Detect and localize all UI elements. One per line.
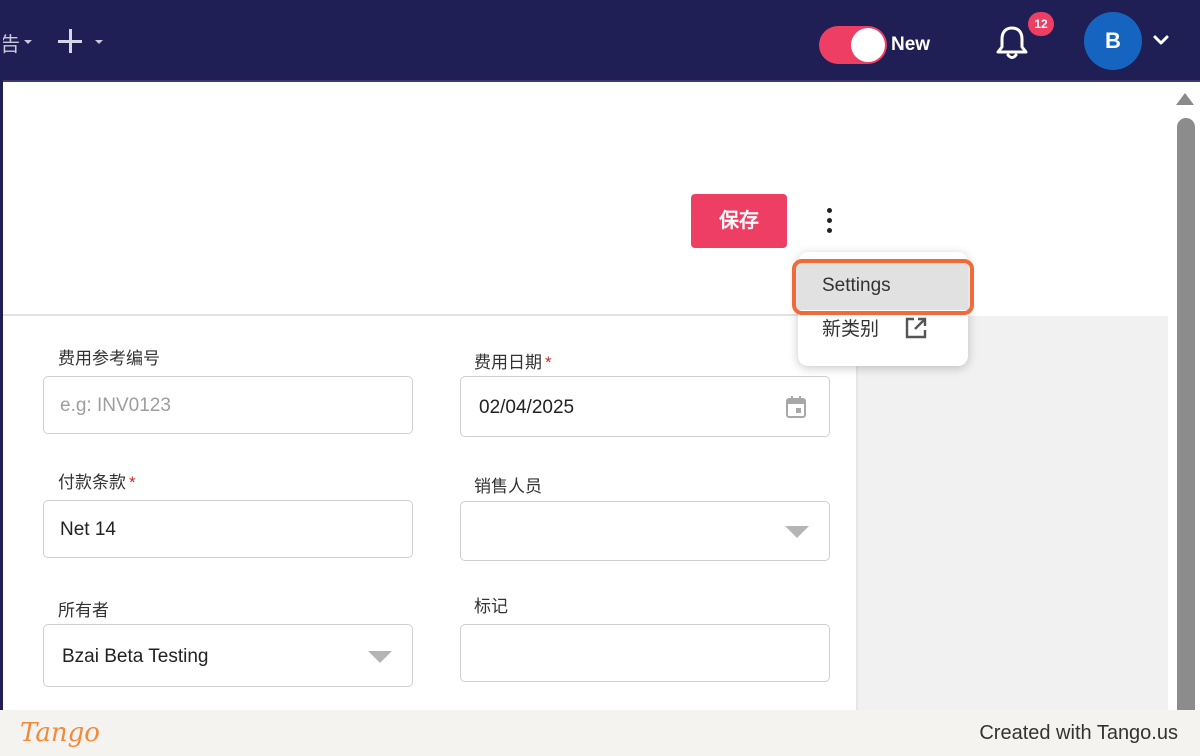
owner-label: 所有者 bbox=[58, 601, 109, 620]
scrollbar-thumb[interactable] bbox=[1177, 118, 1195, 718]
quick-add-caret-icon[interactable] bbox=[95, 40, 103, 44]
tango-footer: Tango Created with Tango.us bbox=[0, 710, 1200, 756]
payment-terms-label: 付款条款 * bbox=[58, 473, 136, 492]
quick-add-button[interactable] bbox=[56, 26, 86, 56]
more-options-button[interactable] bbox=[820, 206, 838, 236]
reference-number-label: 费用参考编号 bbox=[58, 349, 160, 368]
external-link-icon bbox=[905, 317, 927, 339]
new-ui-toggle-label: New bbox=[891, 34, 931, 55]
toggle-knob bbox=[851, 28, 885, 62]
right-background bbox=[858, 316, 1168, 710]
top-navigation-bar: 告 New 12 B bbox=[0, 0, 1200, 82]
menu-item-new-category[interactable]: 新类别 bbox=[798, 310, 968, 358]
tango-logo: Tango bbox=[20, 718, 100, 748]
page-header-area bbox=[3, 84, 1168, 316]
step-highlight-box bbox=[792, 259, 974, 315]
salesperson-label: 销售人员 bbox=[474, 477, 542, 496]
nav-item-fragment[interactable]: 告 bbox=[0, 28, 20, 57]
chevron-down-icon bbox=[785, 526, 809, 538]
notification-count-badge: 12 bbox=[1028, 12, 1054, 36]
user-avatar[interactable]: B bbox=[1084, 12, 1142, 70]
nav-item-caret-icon[interactable] bbox=[24, 40, 32, 44]
tags-input[interactable] bbox=[460, 624, 830, 682]
calendar-icon[interactable] bbox=[785, 395, 807, 419]
bell-icon bbox=[996, 26, 1028, 59]
expense-date-label: 费用日期 * bbox=[474, 353, 552, 372]
new-ui-toggle[interactable] bbox=[819, 26, 887, 64]
expense-date-input[interactable]: 02/04/2025 bbox=[460, 376, 830, 437]
salesperson-select[interactable] bbox=[460, 501, 830, 561]
more-vertical-icon bbox=[827, 208, 832, 213]
chevron-down-icon bbox=[368, 651, 392, 663]
payment-terms-input[interactable]: Net 14 bbox=[43, 500, 413, 558]
tags-label: 标记 bbox=[474, 597, 508, 616]
save-button[interactable]: 保存 bbox=[691, 194, 787, 248]
scroll-up-icon[interactable] bbox=[1176, 93, 1194, 105]
created-with-text: Created with Tango.us bbox=[979, 722, 1178, 744]
owner-select[interactable]: Bzai Beta Testing bbox=[43, 624, 413, 687]
notifications-button[interactable] bbox=[994, 24, 1030, 62]
chevron-down-icon[interactable] bbox=[1152, 34, 1170, 46]
reference-number-input[interactable]: e.g: INV0123 bbox=[43, 376, 413, 434]
